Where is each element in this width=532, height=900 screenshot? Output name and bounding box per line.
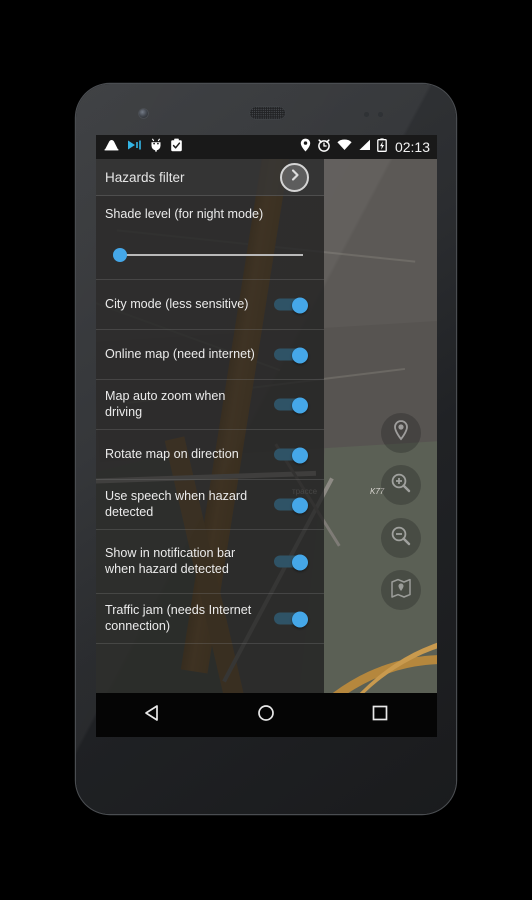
slider-track xyxy=(119,253,303,256)
android-robot-icon xyxy=(150,138,162,157)
toggle-thumb xyxy=(292,447,308,463)
setting-label: Use speech when hazard detected xyxy=(105,489,248,519)
phone-screen: трассе K77 xyxy=(96,135,437,737)
toggle-thumb xyxy=(292,297,308,313)
phone-device: трассе K77 xyxy=(76,84,456,814)
setting-label: Show in notification bar when hazard det… xyxy=(105,546,236,576)
setting-row-city-mode[interactable]: City mode (less sensitive) xyxy=(96,280,324,330)
setting-row-auto-zoom[interactable]: Map auto zoom when driving xyxy=(96,380,324,430)
status-bar-notifications xyxy=(96,138,183,157)
map-layers-button[interactable] xyxy=(381,570,421,610)
zoom-in-button[interactable] xyxy=(381,465,421,505)
folded-map-icon xyxy=(390,577,412,604)
front-camera xyxy=(139,109,148,118)
setting-row-online-map[interactable]: Online map (need internet) xyxy=(96,330,324,380)
setting-row-traffic-jam[interactable]: Traffic jam (needs Internet connection) xyxy=(96,594,324,644)
earpiece-speaker xyxy=(249,106,286,120)
hazards-filter-row[interactable]: Hazards filter xyxy=(96,159,324,196)
battery-charging-icon xyxy=(377,137,387,157)
toggle-thumb xyxy=(292,397,308,413)
slider-thumb[interactable] xyxy=(113,247,127,262)
location-pin-icon xyxy=(390,419,412,448)
clipboard-check-icon xyxy=(170,138,183,157)
shade-level-row[interactable]: Shade level (for night mode) xyxy=(96,196,324,280)
square-icon xyxy=(370,703,390,728)
hazards-filter-open-button[interactable] xyxy=(280,163,309,192)
nav-recents-button[interactable] xyxy=(355,693,405,737)
navigation-bar[interactable] xyxy=(96,693,437,737)
toggle-city-mode[interactable] xyxy=(274,297,308,313)
status-bar-clock: 02:13 xyxy=(394,139,430,155)
proximity-sensor xyxy=(364,112,369,117)
shade-level-slider[interactable] xyxy=(113,246,307,264)
chevron-right-icon xyxy=(288,168,302,187)
settings-panel[interactable]: Hazards filter Shade level (for night mo… xyxy=(96,159,324,693)
magnifier-minus-icon xyxy=(389,524,413,553)
media-play-icon xyxy=(127,138,142,156)
nav-home-button[interactable] xyxy=(241,693,291,737)
location-pin-icon xyxy=(300,138,311,157)
setting-label: Traffic jam (needs Internet connection) xyxy=(105,603,252,633)
toggle-traffic-jam[interactable] xyxy=(274,611,308,627)
magnifier-plus-icon xyxy=(389,471,413,500)
setting-row-use-speech[interactable]: Use speech when hazard detected xyxy=(96,480,324,530)
setting-label: Rotate map on direction xyxy=(105,446,239,461)
toggle-thumb xyxy=(292,347,308,363)
cell-signal-icon xyxy=(358,138,371,156)
setting-label: Map auto zoom when driving xyxy=(105,389,226,419)
zoom-out-button[interactable] xyxy=(381,518,421,558)
status-bar[interactable]: 02:13 xyxy=(96,135,437,159)
map-pin-button[interactable] xyxy=(381,413,421,453)
triangle-left-icon xyxy=(143,703,163,728)
circle-icon xyxy=(256,703,276,728)
alarm-clock-icon xyxy=(317,138,331,157)
nav-back-button[interactable] xyxy=(128,693,178,737)
toggle-notification-bar[interactable] xyxy=(274,554,308,570)
light-sensor xyxy=(378,112,383,117)
toggle-thumb xyxy=(292,497,308,513)
wifi-icon xyxy=(337,138,352,156)
toggle-thumb xyxy=(292,611,308,627)
hazard-alert-icon xyxy=(104,138,119,156)
status-bar-system-icons: 02:13 xyxy=(300,135,430,159)
setting-row-rotate-map[interactable]: Rotate map on direction xyxy=(96,430,324,480)
shade-level-label: Shade level (for night mode) xyxy=(105,207,264,221)
toggle-use-speech[interactable] xyxy=(274,497,308,513)
toggle-auto-zoom[interactable] xyxy=(274,397,308,413)
hazards-filter-label: Hazards filter xyxy=(105,169,185,185)
toggle-rotate-map[interactable] xyxy=(274,447,308,463)
toggle-thumb xyxy=(292,554,308,570)
setting-label: City mode (less sensitive) xyxy=(105,296,249,311)
setting-row-notification-bar[interactable]: Show in notification bar when hazard det… xyxy=(96,530,324,594)
toggle-online-map[interactable] xyxy=(274,347,308,363)
setting-label: Online map (need internet) xyxy=(105,346,255,361)
